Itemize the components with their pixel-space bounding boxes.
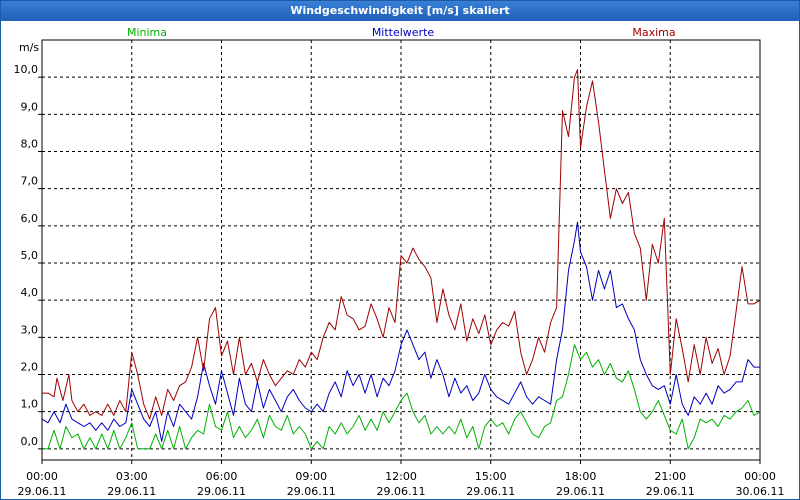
legend-entry-maxima: Maxima bbox=[632, 26, 675, 39]
y-tick-label: 3,0 bbox=[21, 323, 39, 336]
y-axis-unit: m/s bbox=[19, 41, 39, 54]
x-tick-time: 00:00 bbox=[26, 470, 58, 483]
y-tick-label: 0,0 bbox=[21, 435, 39, 448]
x-tick-time: 12:00 bbox=[385, 470, 417, 483]
y-tick-label: 7,0 bbox=[21, 175, 39, 188]
x-tick-date: 29.06.11 bbox=[18, 485, 67, 498]
legend: Minima Mittelwerte Maxima bbox=[127, 26, 676, 39]
x-tick-date: 29.06.11 bbox=[466, 485, 515, 498]
x-tick-time: 21:00 bbox=[654, 470, 686, 483]
x-tick-time: 00:00 bbox=[744, 470, 776, 483]
x-tick-labels: 00:00 29.06.11 03:00 29.06.11 06:00 29.06.11 0… bbox=[18, 470, 785, 498]
x-tick-time: 06:00 bbox=[206, 470, 238, 483]
y-tick-label: 6,0 bbox=[21, 212, 39, 225]
y-tick-label: 10,0 bbox=[14, 63, 39, 76]
chart-window: Windgeschwindigkeit [m/s] skaliert 0,0 1,… bbox=[0, 0, 800, 500]
y-tick-label: 9,0 bbox=[21, 100, 39, 113]
y-tick-label: 4,0 bbox=[21, 286, 39, 299]
line-chart: 0,0 1,0 2,0 3,0 4,0 5,0 6,0 7,0 8,0 9,0 10,0 00:00… bbox=[14, 26, 785, 498]
x-tick-time: 15:00 bbox=[475, 470, 507, 483]
x-tick-date: 29.06.11 bbox=[377, 485, 426, 498]
y-tick-labels: 0,0 1,0 2,0 3,0 4,0 5,0 6,0 7,0 8,0 9,0 10,0 bbox=[14, 63, 39, 448]
x-tick-time: 18:00 bbox=[565, 470, 597, 483]
x-tick-date: 30.06.11 bbox=[736, 485, 785, 498]
x-tick-time: 09:00 bbox=[295, 470, 327, 483]
y-tick-label: 2,0 bbox=[21, 361, 39, 374]
x-tick-date: 29.06.11 bbox=[646, 485, 695, 498]
x-tick-date: 29.06.11 bbox=[197, 485, 246, 498]
y-tick-label: 8,0 bbox=[21, 138, 39, 151]
x-tick-date: 29.06.11 bbox=[556, 485, 605, 498]
legend-entry-minima: Minima bbox=[127, 26, 167, 39]
x-tick-date: 29.06.11 bbox=[287, 485, 336, 498]
y-tick-label: 1,0 bbox=[21, 398, 39, 411]
y-tick-label: 5,0 bbox=[21, 249, 39, 262]
x-tick-date: 29.06.11 bbox=[107, 485, 156, 498]
legend-entry-mittelwerte: Mittelwerte bbox=[372, 26, 435, 39]
x-tick-time: 03:00 bbox=[116, 470, 148, 483]
